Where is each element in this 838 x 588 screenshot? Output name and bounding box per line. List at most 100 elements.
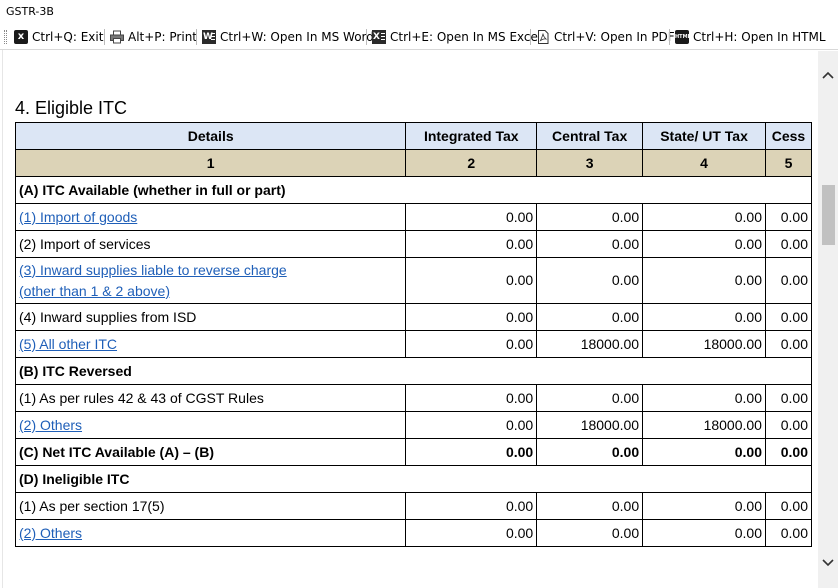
cess-cell: 0.00 <box>764 411 813 439</box>
state-ut-tax-cell: 0.00 <box>642 303 766 331</box>
close-icon: x <box>14 30 28 44</box>
open-html-button[interactable]: HTML Ctrl+H: Open In HTML <box>675 28 826 46</box>
integrated-tax-cell: 0.00 <box>405 230 538 258</box>
central-tax-cell: 0.00 <box>536 257 644 304</box>
row-label: (C) Net ITC Available (A) – (B) <box>14 438 407 466</box>
column-number: 4 <box>642 149 766 177</box>
column-number: 1 <box>14 149 407 177</box>
state-ut-tax-cell: 0.00 <box>642 203 766 231</box>
column-number: 5 <box>764 149 813 177</box>
vertical-scrollbar[interactable] <box>818 51 838 588</box>
open-word-button[interactable]: W Ctrl+W: Open In MS Word <box>202 28 374 46</box>
cess-cell: 0.00 <box>764 384 813 412</box>
toolbar-separator <box>366 29 367 45</box>
cess-cell: 0.00 <box>764 303 813 331</box>
section-row: (B) ITC Reversed <box>15 357 812 385</box>
central-tax-cell: 0.00 <box>536 303 644 331</box>
cess-cell: 0.00 <box>764 230 813 258</box>
column-header: Central Tax <box>536 122 644 150</box>
toolbar: x Ctrl+Q: Exit Alt+P: Print W Ctrl+W: Op… <box>0 24 838 50</box>
excel-icon: X <box>372 30 386 44</box>
section-label: (B) ITC Reversed <box>15 357 812 385</box>
integrated-tax-cell: 0.00 <box>405 411 538 439</box>
cess-cell: 0.00 <box>764 203 813 231</box>
integrated-tax-cell: 0.00 <box>405 257 538 304</box>
pdf-icon <box>536 30 550 44</box>
section-heading: 4. Eligible ITC <box>15 98 128 118</box>
section-row: (A) ITC Available (whether in full or pa… <box>15 176 812 204</box>
state-ut-tax-cell: 0.00 <box>642 492 766 520</box>
state-ut-tax-cell: 18000.00 <box>642 411 766 439</box>
table-row: (1) As per section 17(5) 0.00 0.00 0.00 … <box>14 492 813 520</box>
chevron-down-icon <box>822 559 834 567</box>
window-title: GSTR-3B <box>6 5 54 18</box>
report-content: 4. Eligible ITC Details Integrated Tax C… <box>4 51 816 588</box>
table-row: (2) Others 0.00 0.00 0.00 0.00 <box>14 519 813 547</box>
column-number: 2 <box>405 149 538 177</box>
state-ut-tax-cell: 0.00 <box>642 384 766 412</box>
integrated-tax-cell: 0.00 <box>405 303 538 331</box>
exit-button[interactable]: x Ctrl+Q: Exit <box>14 28 103 46</box>
state-ut-tax-cell: 0.00 <box>642 257 766 304</box>
toolbar-grip[interactable] <box>4 30 7 44</box>
integrated-tax-cell: 0.00 <box>405 519 538 547</box>
chevron-up-icon <box>822 71 834 79</box>
integrated-tax-cell: 0.00 <box>405 384 538 412</box>
exit-label: Ctrl+Q: Exit <box>32 30 104 44</box>
open-word-label: Ctrl+W: Open In MS Word <box>220 30 374 44</box>
table-row: (2) Others 0.00 18000.00 18000.00 0.00 <box>14 411 813 439</box>
integrated-tax-cell: 0.00 <box>405 492 538 520</box>
toolbar-separator <box>196 29 197 45</box>
print-button[interactable]: Alt+P: Print <box>110 28 197 46</box>
open-html-label: Ctrl+H: Open In HTML <box>693 30 826 44</box>
open-excel-button[interactable]: X Ctrl+E: Open In MS Excel <box>372 28 541 46</box>
integrated-tax-cell: 0.00 <box>405 203 538 231</box>
open-pdf-button[interactable]: Ctrl+V: Open In PDF <box>536 28 675 46</box>
inward-reverse-charge-link[interactable]: (3) Inward supplies liable to reverse ch… <box>19 262 287 278</box>
central-tax-cell: 0.00 <box>536 492 644 520</box>
ineligible-others-link[interactable]: (2) Others <box>19 525 82 541</box>
table-row: (1) Import of goods 0.00 0.00 0.00 0.00 <box>14 203 813 231</box>
state-ut-tax-cell: 0.00 <box>642 519 766 547</box>
left-border <box>0 50 3 588</box>
cess-cell: 0.00 <box>764 492 813 520</box>
state-ut-tax-cell: 0.00 <box>642 230 766 258</box>
row-label: (2) Import of services <box>14 230 407 258</box>
table-row: (1) As per rules 42 & 43 of CGST Rules 0… <box>14 384 813 412</box>
open-excel-label: Ctrl+E: Open In MS Excel <box>390 30 542 44</box>
column-header: Integrated Tax <box>405 122 538 150</box>
section-label: (D) Ineligible ITC <box>15 465 812 493</box>
cess-cell: 0.00 <box>764 438 813 466</box>
inward-reverse-charge-link-line2[interactable]: (other than 1 & 2 above) <box>19 283 170 299</box>
row-label: (1) As per rules 42 & 43 of CGST Rules <box>14 384 407 412</box>
central-tax-cell: 0.00 <box>536 519 644 547</box>
central-tax-cell: 0.00 <box>536 203 644 231</box>
state-ut-tax-cell: 18000.00 <box>642 330 766 358</box>
section-label: (A) ITC Available (whether in full or pa… <box>15 176 812 204</box>
cess-cell: 0.00 <box>764 330 813 358</box>
word-icon: W <box>202 30 216 44</box>
toolbar-separator <box>530 29 531 45</box>
central-tax-cell: 18000.00 <box>536 411 644 439</box>
header-row: Details Integrated Tax Central Tax State… <box>14 122 813 150</box>
print-label: Alt+P: Print <box>128 30 197 44</box>
central-tax-cell: 18000.00 <box>536 330 644 358</box>
integrated-tax-cell: 0.00 <box>405 438 538 466</box>
printer-icon <box>110 30 124 44</box>
scroll-thumb[interactable] <box>822 185 835 245</box>
toolbar-separator <box>104 29 105 45</box>
eligible-itc-table: Details Integrated Tax Central Tax State… <box>14 122 813 547</box>
import-of-goods-link[interactable]: (1) Import of goods <box>19 209 137 225</box>
integrated-tax-cell: 0.00 <box>405 330 538 358</box>
column-header: Cess <box>764 122 813 150</box>
column-number: 3 <box>536 149 644 177</box>
central-tax-cell: 0.00 <box>536 230 644 258</box>
scroll-down-button[interactable] <box>818 553 838 573</box>
table-row: (4) Inward supplies from ISD 0.00 0.00 0… <box>14 303 813 331</box>
cess-cell: 0.00 <box>764 519 813 547</box>
reversed-others-link[interactable]: (2) Others <box>19 417 82 433</box>
total-row: (C) Net ITC Available (A) – (B) 0.00 0.0… <box>14 438 813 466</box>
scroll-up-button[interactable] <box>818 65 838 85</box>
section-row: (D) Ineligible ITC <box>15 465 812 493</box>
all-other-itc-link[interactable]: (5) All other ITC <box>19 336 117 352</box>
